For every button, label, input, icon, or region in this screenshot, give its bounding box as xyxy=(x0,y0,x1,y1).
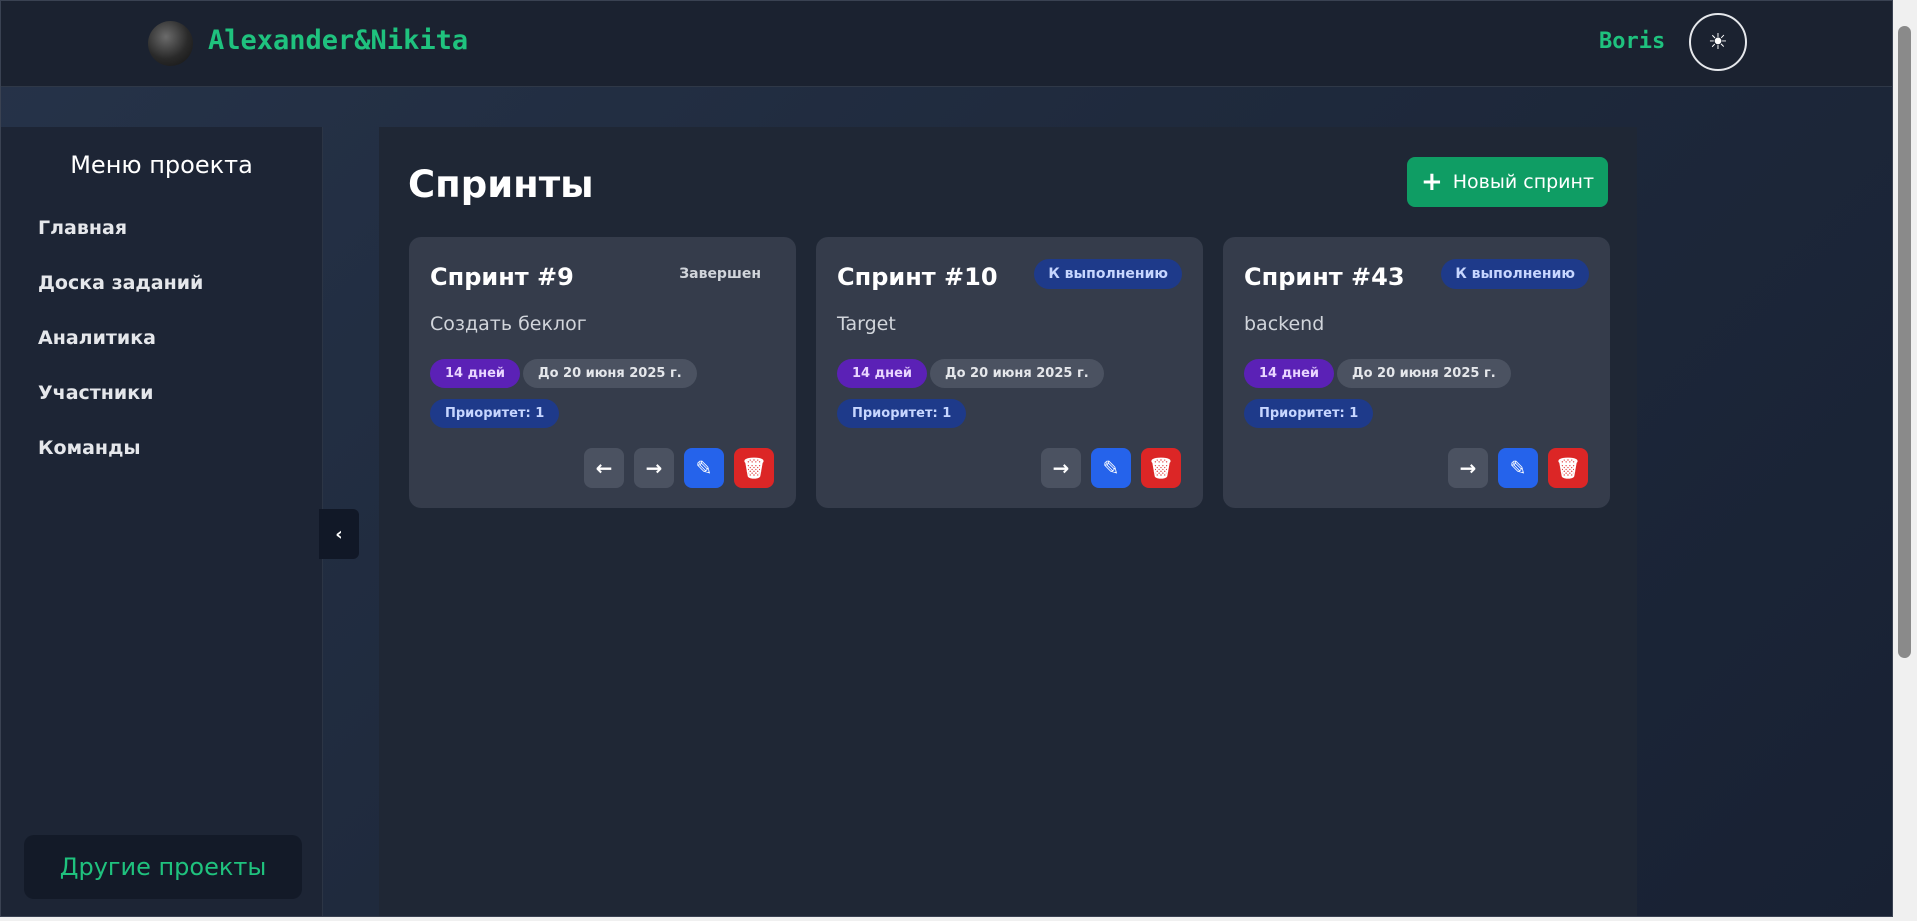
chevron-left-icon: ‹ xyxy=(335,523,343,545)
collapse-sidebar-button[interactable]: ‹ xyxy=(319,509,359,559)
top-header: Alexander&Nikita Boris ☀ xyxy=(1,1,1892,87)
username[interactable]: Boris xyxy=(1599,29,1665,54)
horizontal-scrollbar[interactable] xyxy=(0,917,1917,921)
sidebar-title: Меню проекта xyxy=(70,151,253,179)
sprint-description: backend xyxy=(1244,313,1325,335)
other-projects-button[interactable]: Другие проекты xyxy=(24,835,302,899)
move-right-button[interactable]: → xyxy=(1041,448,1081,488)
sprint-title: Спринт #43 xyxy=(1244,263,1405,291)
edit-icon: ✎ xyxy=(1102,456,1120,480)
scrollbar-thumb[interactable] xyxy=(1898,26,1911,658)
edit-icon: ✎ xyxy=(695,456,713,480)
arrow-right-icon: → xyxy=(645,456,663,480)
sprint-card[interactable]: Спринт #43 К выполнению backend 14 дней … xyxy=(1223,237,1610,508)
sidebar-item-members[interactable]: Участники xyxy=(38,382,153,404)
edit-button[interactable]: ✎ xyxy=(684,448,724,488)
new-sprint-button[interactable]: + Новый спринт xyxy=(1407,157,1608,207)
move-left-button[interactable]: ← xyxy=(584,448,624,488)
delete-button[interactable]: 🗑 xyxy=(734,448,774,488)
priority-badge: Приоритет: 1 xyxy=(1244,399,1374,428)
move-right-button[interactable]: → xyxy=(634,448,674,488)
sidebar-item-home[interactable]: Главная xyxy=(38,217,127,239)
new-sprint-label: Новый спринт xyxy=(1452,171,1595,193)
brand-title[interactable]: Alexander&Nikita xyxy=(208,25,468,56)
sprint-title: Спринт #9 xyxy=(430,263,574,291)
status-badge: К выполнению xyxy=(1441,259,1589,289)
sidebar-item-teams[interactable]: Команды xyxy=(38,437,141,459)
duration-badge: 14 дней xyxy=(430,359,521,388)
sprint-card[interactable]: Спринт #10 К выполнению Target 14 дней Д… xyxy=(816,237,1203,508)
arrow-left-icon: ← xyxy=(595,456,613,480)
sprint-title: Спринт #10 xyxy=(837,263,998,291)
deadline-badge: До 20 июня 2025 г. xyxy=(1337,359,1511,388)
delete-button[interactable]: 🗑 xyxy=(1548,448,1588,488)
sidebar-item-task-board[interactable]: Доска заданий xyxy=(38,272,203,294)
trash-icon: 🗑 xyxy=(1555,456,1581,480)
edit-button[interactable]: ✎ xyxy=(1091,448,1131,488)
priority-badge: Приоритет: 1 xyxy=(837,399,967,428)
delete-button[interactable]: 🗑 xyxy=(1141,448,1181,488)
theme-toggle-button[interactable]: ☀ xyxy=(1689,13,1747,71)
sun-icon: ☀ xyxy=(1708,29,1728,55)
deadline-badge: До 20 июня 2025 г. xyxy=(523,359,697,388)
duration-badge: 14 дней xyxy=(837,359,928,388)
plus-icon: + xyxy=(1420,167,1443,197)
status-badge: К выполнению xyxy=(1034,259,1182,289)
arrow-right-icon: → xyxy=(1459,456,1477,480)
duration-badge: 14 дней xyxy=(1244,359,1335,388)
avatar[interactable] xyxy=(148,21,193,66)
arrow-right-icon: → xyxy=(1052,456,1070,480)
priority-badge: Приоритет: 1 xyxy=(430,399,560,428)
page-title: Спринты xyxy=(408,163,594,206)
sprint-description: Создать беклог xyxy=(430,313,587,335)
status-badge: Завершен xyxy=(679,266,761,282)
deadline-badge: До 20 июня 2025 г. xyxy=(930,359,1104,388)
edit-button[interactable]: ✎ xyxy=(1498,448,1538,488)
sprints-panel: Спринты + Новый спринт Спринт #9 Заверше… xyxy=(379,127,1637,916)
sprint-description: Target xyxy=(837,313,896,335)
move-right-button[interactable]: → xyxy=(1448,448,1488,488)
project-sidebar: Меню проекта Главная Доска заданий Анали… xyxy=(1,127,323,916)
sidebar-item-analytics[interactable]: Аналитика xyxy=(38,327,156,349)
app-window: Alexander&Nikita Boris ☀ Меню проекта Гл… xyxy=(0,0,1893,917)
sprint-card[interactable]: Спринт #9 Завершен Создать беклог 14 дне… xyxy=(409,237,796,508)
trash-icon: 🗑 xyxy=(741,456,767,480)
edit-icon: ✎ xyxy=(1509,456,1527,480)
trash-icon: 🗑 xyxy=(1148,456,1174,480)
